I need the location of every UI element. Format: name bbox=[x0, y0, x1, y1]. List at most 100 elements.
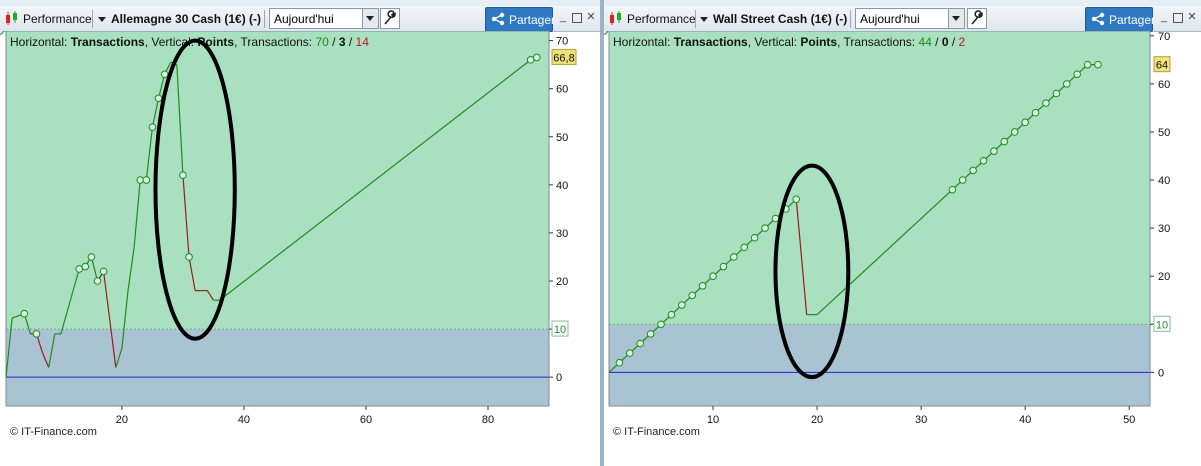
trade-marker bbox=[87, 253, 96, 261]
separator bbox=[850, 10, 851, 28]
trade-marker bbox=[1000, 137, 1009, 146]
y-tick-label: 70 bbox=[1158, 31, 1170, 43]
trade-marker bbox=[730, 253, 738, 261]
y-tick-label: 50 bbox=[556, 132, 568, 144]
trade-marker bbox=[969, 166, 977, 175]
current-value-label: 66,8 bbox=[553, 52, 574, 64]
separator bbox=[92, 10, 93, 28]
x-tick-label: 20 bbox=[811, 414, 823, 426]
trade-marker bbox=[657, 320, 665, 329]
trade-marker bbox=[93, 277, 102, 285]
trade-marker bbox=[20, 309, 29, 318]
y-tick-label: 30 bbox=[1158, 223, 1170, 235]
x-tick-label: 20 bbox=[116, 414, 128, 426]
x-tick-label: 50 bbox=[1123, 414, 1135, 426]
threshold-label: 10 bbox=[1156, 319, 1168, 331]
separator bbox=[264, 10, 265, 28]
trade-marker bbox=[532, 53, 541, 62]
equity-chart: Horizontal: Transactions, Vertical: Poin… bbox=[0, 31, 577, 438]
zone-below-threshold bbox=[6, 329, 549, 406]
trade-marker bbox=[636, 339, 645, 348]
x-tick-label: 60 bbox=[360, 414, 372, 426]
instrument-title: Wall Street Cash (1€) (-) bbox=[713, 12, 848, 26]
trade-marker bbox=[1042, 99, 1050, 107]
performance-panel-dax: Performance Allemagne 30 Cash (1€) (-) A… bbox=[0, 0, 600, 466]
share-icon bbox=[491, 12, 505, 26]
watermark: © IT-Finance.com bbox=[613, 426, 700, 438]
trade-marker bbox=[179, 171, 187, 180]
chevron-down-icon[interactable] bbox=[948, 9, 964, 28]
trade-marker bbox=[142, 176, 151, 184]
x-tick-label: 40 bbox=[1019, 414, 1031, 426]
trade-marker bbox=[792, 195, 801, 204]
period-value: Aujourd'hui bbox=[860, 12, 920, 26]
y-tick-label: 0 bbox=[1158, 367, 1164, 379]
wrench-icon[interactable] bbox=[967, 8, 987, 29]
trade-marker bbox=[1062, 80, 1071, 88]
trade-marker bbox=[979, 157, 988, 165]
y-tick-label: 50 bbox=[1158, 127, 1170, 139]
trade-marker bbox=[719, 262, 728, 271]
trade-marker bbox=[1094, 60, 1102, 69]
chart-info-line: Horizontal: Transactions, Vertical: Poin… bbox=[613, 35, 966, 49]
trade-marker bbox=[160, 70, 169, 79]
zone-above-threshold bbox=[6, 31, 549, 330]
y-tick-label: 60 bbox=[1158, 79, 1170, 91]
threshold-label: 10 bbox=[554, 324, 566, 336]
trade-marker bbox=[667, 310, 676, 319]
y-tick-label: 60 bbox=[556, 84, 568, 96]
share-button[interactable]: Partager bbox=[1085, 7, 1156, 32]
wrench-icon[interactable] bbox=[380, 8, 400, 29]
trade-marker bbox=[688, 291, 697, 300]
chevron-down-icon bbox=[700, 17, 708, 23]
maximize-icon[interactable] bbox=[1173, 13, 1183, 23]
trade-marker bbox=[626, 349, 634, 357]
trade-marker bbox=[1052, 89, 1061, 98]
y-tick-label: 30 bbox=[556, 228, 568, 240]
period-select[interactable]: Aujourd'hui bbox=[269, 8, 379, 29]
trade-marker bbox=[698, 282, 707, 290]
app-label[interactable]: Performance bbox=[627, 12, 696, 26]
trade-marker bbox=[604, 31, 608, 35]
trade-marker bbox=[948, 185, 957, 194]
share-button[interactable]: Partager bbox=[485, 7, 556, 32]
share-icon bbox=[1091, 12, 1105, 26]
candlestick-icon[interactable] bbox=[4, 10, 20, 26]
trade-marker bbox=[678, 301, 686, 309]
minimize-icon[interactable]: _ bbox=[558, 12, 568, 23]
trade-marker bbox=[99, 267, 108, 276]
y-tick-label: 70 bbox=[556, 36, 568, 48]
period-value: Aujourd'hui bbox=[274, 12, 334, 26]
trade-marker bbox=[709, 272, 717, 280]
maximize-icon[interactable] bbox=[572, 13, 582, 23]
instrument-selector[interactable]: Wall Street Cash (1€) (-) bbox=[700, 12, 847, 26]
trade-marker bbox=[154, 94, 163, 103]
y-tick-label: 40 bbox=[556, 180, 568, 192]
equity-chart: Horizontal: Transactions, Vertical: Poin… bbox=[604, 31, 1171, 438]
trade-marker bbox=[1073, 70, 1081, 79]
chevron-down-icon[interactable] bbox=[362, 9, 378, 28]
y-tick-label: 40 bbox=[1158, 175, 1170, 187]
trade-marker bbox=[1010, 128, 1019, 136]
toolbar: Performance Wall Street Cash (1€) (-) Au… bbox=[604, 6, 1201, 32]
instrument-selector[interactable]: Allemagne 30 Cash (1€) (-) bbox=[98, 12, 261, 26]
trade-marker bbox=[958, 176, 967, 184]
trade-marker bbox=[740, 243, 749, 252]
trade-marker bbox=[761, 224, 769, 232]
close-icon[interactable]: ✕ bbox=[1187, 12, 1197, 23]
plot-layer bbox=[6, 31, 549, 406]
candlestick-icon[interactable] bbox=[608, 10, 624, 26]
performance-panel-dow: Performance Wall Street Cash (1€) (-) Au… bbox=[604, 0, 1201, 466]
trade-marker bbox=[750, 233, 759, 242]
zone-below-threshold bbox=[609, 324, 1150, 406]
y-tick-label: 20 bbox=[556, 276, 568, 288]
watermark: © IT-Finance.com bbox=[10, 426, 97, 438]
app-label[interactable]: Performance bbox=[23, 12, 92, 26]
close-icon[interactable]: ✕ bbox=[586, 12, 596, 23]
trade-marker bbox=[148, 123, 157, 131]
share-label: Partager bbox=[1109, 13, 1156, 27]
trade-marker bbox=[0, 31, 4, 35]
period-select[interactable]: Aujourd'hui bbox=[855, 8, 965, 29]
minimize-icon[interactable]: _ bbox=[1159, 12, 1169, 23]
share-label: Partager bbox=[509, 13, 556, 27]
